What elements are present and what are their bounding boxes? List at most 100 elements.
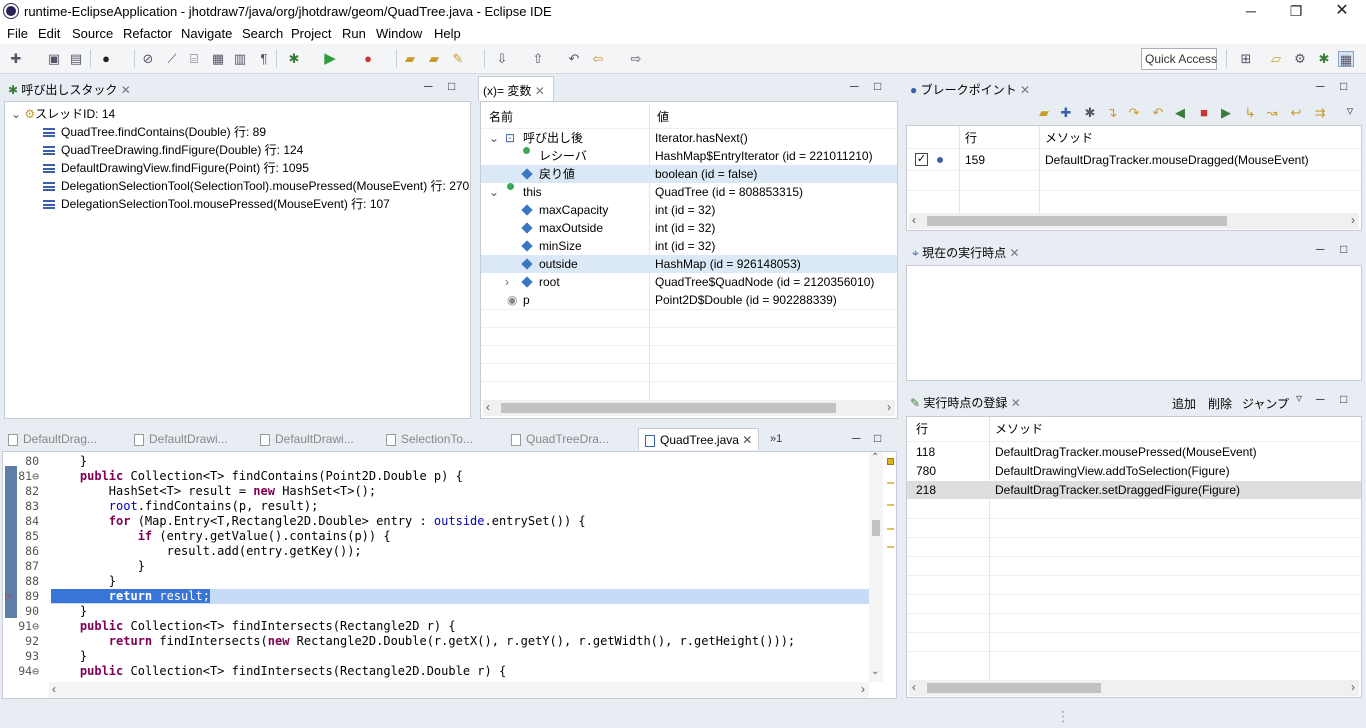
- close-tab-icon[interactable]: ✕: [1009, 246, 1019, 260]
- minimize-icon[interactable]: ─: [852, 431, 861, 445]
- annotation-prev-icon[interactable]: ⇧: [530, 51, 546, 67]
- column-header-value[interactable]: 値: [657, 108, 669, 126]
- minimize-icon[interactable]: ─: [850, 79, 859, 93]
- debug-icon[interactable]: ✱: [286, 51, 302, 67]
- variable-row[interactable]: outside HashMap (id = 926148053): [481, 255, 897, 273]
- scroll-left-icon[interactable]: ‹: [912, 213, 916, 227]
- git-perspective-icon[interactable]: ⚙: [1292, 51, 1308, 67]
- annotation-marker[interactable]: [887, 504, 894, 506]
- variable-row[interactable]: › root QuadTree$QuadNode (id = 2120356010): [481, 273, 897, 291]
- annotation-marker[interactable]: [887, 546, 894, 548]
- open-perspective-icon[interactable]: ⊞: [1238, 51, 1254, 67]
- run-external-icon[interactable]: ●: [360, 51, 376, 67]
- back-icon[interactable]: ⇦: [590, 51, 606, 67]
- horizontal-scrollbar[interactable]: ‹ ›: [483, 400, 895, 416]
- scroll-up-icon[interactable]: ⌃: [871, 452, 879, 463]
- variable-row[interactable]: 戻り値 boolean (id = false): [481, 165, 897, 183]
- minimize-icon[interactable]: ─: [1316, 242, 1325, 256]
- filter-icon[interactable]: ⌸: [186, 51, 202, 67]
- stack-frame[interactable]: DelegationSelectionTool(SelectionTool).m…: [43, 177, 469, 195]
- maximize-icon[interactable]: □: [1340, 242, 1347, 256]
- variable-row[interactable]: minSize int (id = 32): [481, 237, 897, 255]
- registry-row[interactable]: 780 DefaultDrawingView.addToSelection(Fig…: [907, 462, 1361, 480]
- maximize-icon[interactable]: □: [874, 431, 881, 445]
- minimize-icon[interactable]: ─: [1316, 392, 1325, 406]
- editor-tab[interactable]: DefaultDrawi...: [260, 428, 354, 450]
- view-menu-icon[interactable]: ▿: [1342, 103, 1358, 119]
- scroll-down-icon[interactable]: ⌄: [871, 666, 879, 677]
- maximize-icon[interactable]: □: [874, 79, 881, 93]
- menu-run[interactable]: Run: [342, 26, 366, 41]
- close-tab-icon[interactable]: ✕: [1011, 396, 1021, 410]
- horizontal-scrollbar[interactable]: ‹ ›: [909, 680, 1359, 696]
- scroll-right-icon[interactable]: ›: [1351, 213, 1355, 227]
- menu-search[interactable]: Search: [242, 26, 283, 41]
- editor-tab-active[interactable]: QuadTree.java ✕: [638, 428, 760, 450]
- stack-icon[interactable]: ▥: [232, 51, 248, 67]
- close-tab-icon[interactable]: ✕: [121, 83, 131, 97]
- close-button[interactable]: ✕: [1319, 0, 1365, 24]
- close-tab-icon[interactable]: ✕: [742, 433, 752, 447]
- editor-tab[interactable]: DefaultDrawi...: [134, 428, 228, 450]
- overview-ruler[interactable]: [885, 452, 897, 682]
- menu-project[interactable]: Project: [291, 26, 331, 41]
- collapsed-chevron-icon[interactable]: ›: [505, 273, 509, 291]
- menu-source[interactable]: Source: [72, 26, 113, 41]
- variable-row[interactable]: maxCapacity int (id = 32): [481, 201, 897, 219]
- pilcrow-icon[interactable]: ¶: [256, 51, 272, 67]
- column-header-name[interactable]: 名前: [489, 108, 513, 126]
- menu-edit[interactable]: Edit: [38, 26, 60, 41]
- warning-marker[interactable]: [887, 458, 894, 465]
- menu-help[interactable]: Help: [434, 26, 461, 41]
- menu-navigate[interactable]: Navigate: [181, 26, 232, 41]
- new-icon[interactable]: ✚: [8, 51, 24, 67]
- expanded-chevron-icon[interactable]: ⌄: [11, 107, 21, 121]
- add-button[interactable]: 追加: [1172, 395, 1196, 412]
- search-tool-icon[interactable]: ✎: [450, 51, 466, 67]
- horizontal-scrollbar[interactable]: ‹ ›: [49, 682, 869, 698]
- maximize-icon[interactable]: □: [1340, 392, 1347, 406]
- minimize-button[interactable]: ─: [1228, 0, 1274, 24]
- column-header-method[interactable]: メソッド: [1045, 129, 1093, 147]
- skip-breakpoints-icon[interactable]: ⊘: [140, 51, 156, 67]
- menu-refactor[interactable]: Refactor: [123, 26, 172, 41]
- minimize-icon[interactable]: ─: [424, 79, 433, 93]
- variable-row[interactable]: maxOutside int (id = 32): [481, 219, 897, 237]
- column-header-line[interactable]: 行: [965, 129, 977, 147]
- maximize-button[interactable]: ❐: [1273, 0, 1319, 24]
- use-step-filter-icon[interactable]: ↩: [1288, 105, 1304, 121]
- menu-window[interactable]: Window: [376, 26, 422, 41]
- step-filter-icon[interactable]: ▦: [210, 51, 226, 67]
- forward-icon[interactable]: ⇨: [628, 51, 644, 67]
- minimize-icon[interactable]: ─: [1316, 79, 1325, 93]
- column-header-line[interactable]: 行: [916, 420, 928, 438]
- user-icon[interactable]: ●: [98, 51, 114, 67]
- variable-row[interactable]: ⌄ ⊡ 呼び出し後 Iterator.hasNext(): [481, 129, 897, 147]
- variable-row[interactable]: レシーバ HashMap$EntryIterator (id = 22101121…: [481, 147, 897, 165]
- view-menu-icon[interactable]: ▿: [1296, 391, 1302, 405]
- layout-perspective-icon[interactable]: ▦: [1338, 51, 1354, 67]
- scroll-right-icon[interactable]: ›: [861, 682, 865, 696]
- save-icon[interactable]: ▣: [46, 51, 62, 67]
- code-editor[interactable]: ▷ 80 } 81⊖ public Collection<T> findCont…: [2, 451, 897, 699]
- add-breakpoint-icon[interactable]: ✚: [1058, 105, 1074, 121]
- close-tab-icon[interactable]: ✕: [1020, 83, 1030, 97]
- breakpoint-row[interactable]: ✓ 159 DefaultDragTracker.mouseDragged(Mo…: [907, 151, 1361, 169]
- tab-overflow-button[interactable]: »1: [770, 428, 782, 450]
- open-type-icon[interactable]: ▰: [426, 51, 442, 67]
- back-step-icon[interactable]: ◀: [1172, 105, 1188, 121]
- annotation-next-icon[interactable]: ⇩: [494, 51, 510, 67]
- breakpoint-checkbox[interactable]: ✓: [915, 153, 928, 166]
- editor-tab[interactable]: DefaultDrag...: [8, 428, 97, 450]
- stack-frame[interactable]: DefaultDrawingView.findFigure(Point) 行: …: [43, 159, 309, 177]
- editor-tab[interactable]: QuadTreeDra...: [511, 428, 609, 450]
- save-all-icon[interactable]: ▤: [68, 51, 84, 67]
- scroll-right-icon[interactable]: ›: [887, 400, 891, 414]
- expanded-chevron-icon[interactable]: ⌄: [489, 129, 499, 147]
- close-tab-icon[interactable]: ✕: [535, 84, 545, 98]
- jump-button[interactable]: ジャンプ: [1242, 395, 1289, 412]
- step-into-icon[interactable]: ↴: [1104, 105, 1120, 121]
- scroll-thumb[interactable]: [927, 683, 1101, 693]
- skip-icon[interactable]: ↝: [1264, 105, 1280, 121]
- expanded-chevron-icon[interactable]: ⌄: [489, 183, 499, 201]
